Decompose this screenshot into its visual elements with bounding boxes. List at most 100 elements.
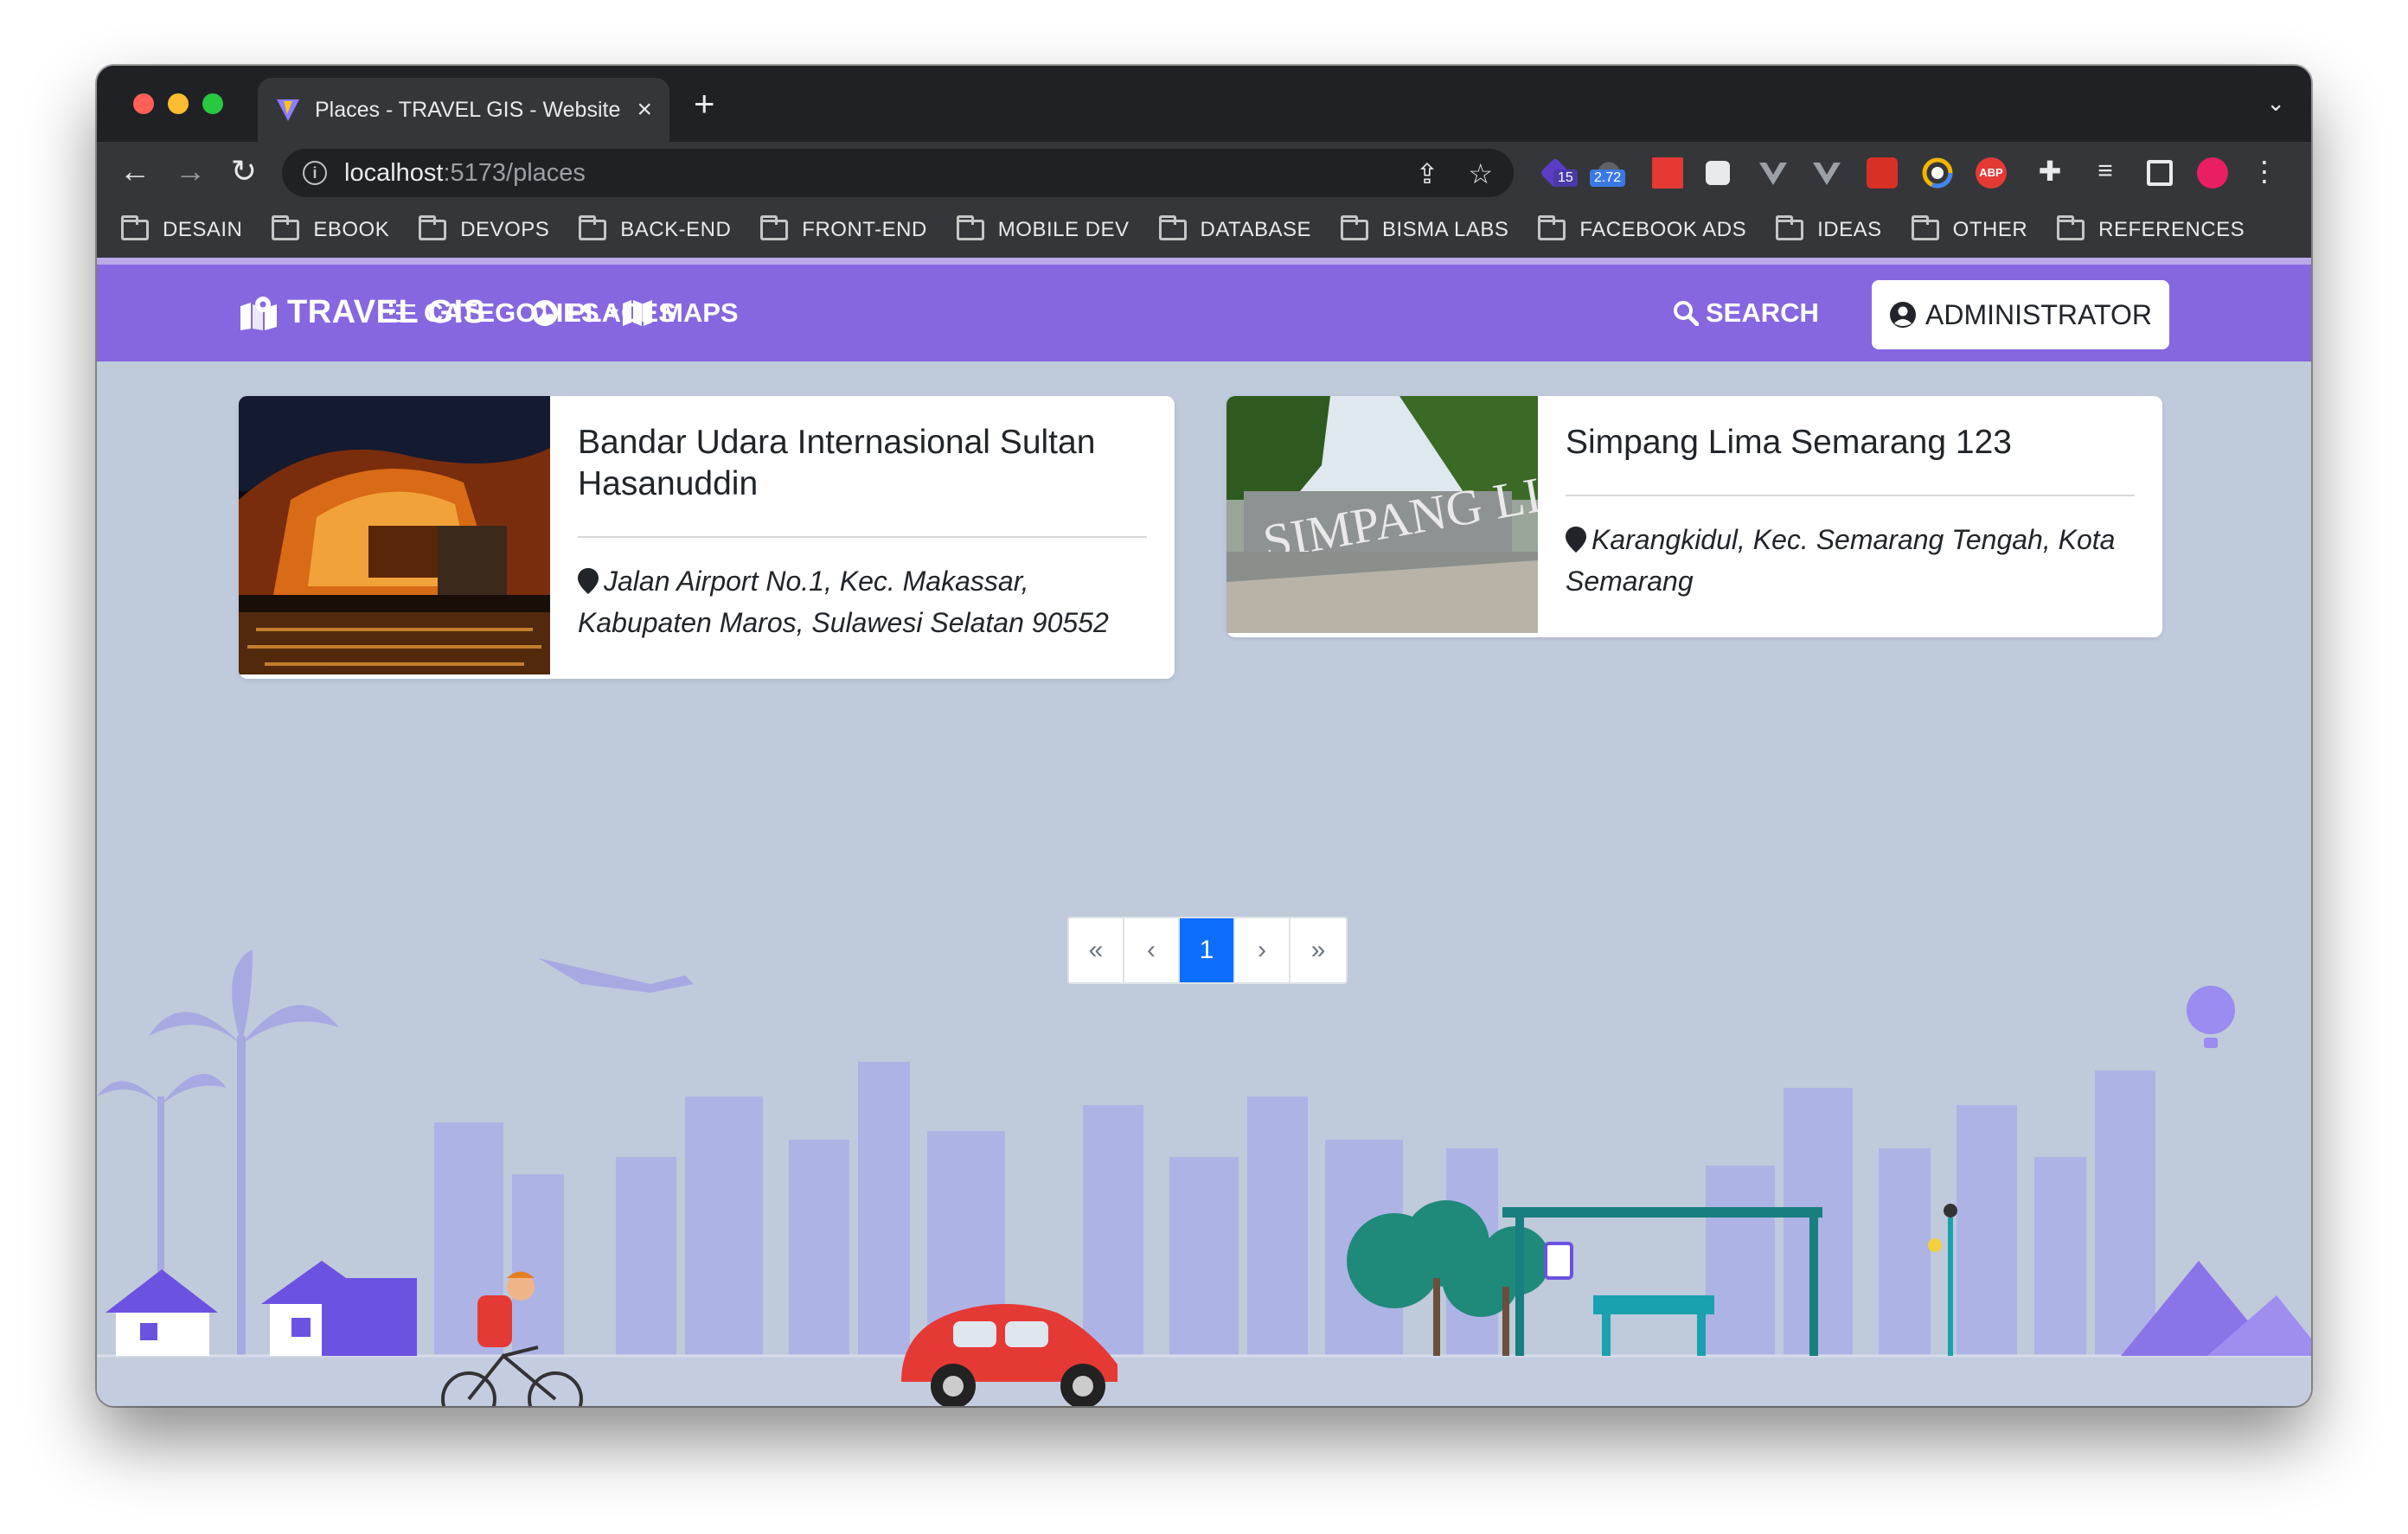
bookmark-devops[interactable]: DEVOPS bbox=[419, 215, 550, 242]
bookmark-label: FRONT-END bbox=[802, 218, 927, 241]
map-marker-icon bbox=[578, 568, 599, 594]
bookmark-bisma-labs[interactable]: BISMA LABS bbox=[1340, 215, 1509, 242]
bookmark-references[interactable]: REFERENCES bbox=[2057, 215, 2245, 242]
bookmark-back-end[interactable]: BACK-END bbox=[579, 215, 732, 242]
card-divider bbox=[1566, 495, 2135, 496]
page-top-border bbox=[97, 258, 2311, 265]
folder-icon bbox=[121, 215, 149, 240]
browser-toolbar: ← → ↻ i localhost:5173/places ⇪ ☆ 15 2.7… bbox=[97, 142, 2311, 202]
bookmark-label: OTHER bbox=[1952, 218, 2028, 241]
place-address: Jalan Airport No.1, Kec. Makassar, Kabup… bbox=[578, 560, 1147, 643]
browser-tab[interactable]: Places - TRAVEL GIS - Website × bbox=[258, 78, 669, 142]
tab-title: Places - TRAVEL GIS - Website bbox=[315, 97, 621, 122]
address-bar[interactable]: i localhost:5173/places ⇪ ☆ bbox=[282, 149, 1514, 197]
browser-window: Places - TRAVEL GIS - Website × + ⌄ ← → … bbox=[97, 66, 2311, 1406]
vue-devtools-icon[interactable] bbox=[1758, 157, 1789, 189]
extensions-puzzle-icon[interactable]: ✚ bbox=[2033, 154, 2067, 189]
folder-icon bbox=[956, 215, 984, 240]
place-card[interactable]: Bandar Udara Internasional Sultan Hasanu… bbox=[239, 396, 1175, 679]
vue-devtools-alt-icon[interactable] bbox=[1811, 157, 1842, 189]
map-marker-icon bbox=[1566, 527, 1586, 553]
share-icon[interactable]: ⇪ bbox=[1416, 157, 1439, 190]
back-arrow-icon[interactable]: ← bbox=[118, 154, 152, 189]
folder-icon bbox=[1158, 215, 1187, 240]
bookmark-ideas[interactable]: IDEAS bbox=[1776, 215, 1882, 242]
bookmark-label: DEVOPS bbox=[460, 218, 550, 241]
place-photo-simpang-lima: SIMPANG LIMA bbox=[1226, 396, 1538, 637]
folder-icon bbox=[1538, 215, 1566, 240]
list-icon bbox=[389, 304, 415, 323]
place-title[interactable]: Simpang Lima Semarang 123 bbox=[1566, 422, 2135, 463]
nav-search-link[interactable]: SEARCH bbox=[1673, 297, 1819, 329]
administrator-button[interactable]: ADMINISTRATOR bbox=[1872, 280, 2169, 349]
user-circle-icon bbox=[1890, 302, 1917, 328]
map-icon bbox=[623, 300, 652, 326]
profile-avatar[interactable] bbox=[2197, 157, 2228, 189]
minimize-window-button[interactable] bbox=[168, 93, 189, 114]
url-host: localhost bbox=[344, 158, 444, 187]
bookmark-label: IDEAS bbox=[1817, 218, 1882, 241]
extension-grid-icon[interactable] bbox=[1867, 157, 1898, 189]
folder-icon bbox=[579, 215, 607, 240]
new-tab-button[interactable]: + bbox=[694, 86, 715, 122]
tab-strip: Places - TRAVEL GIS - Website × + ⌄ bbox=[97, 66, 2311, 142]
place-title[interactable]: Bandar Udara Internasional Sultan Hasanu… bbox=[578, 422, 1147, 505]
bookmark-label: MOBILE DEV bbox=[997, 218, 1130, 241]
globe-icon bbox=[532, 300, 558, 326]
place-card[interactable]: SIMPANG LIMA Simpang Lima Semarang 123 K… bbox=[1226, 396, 2162, 637]
bookmark-label: REFERENCES bbox=[2098, 218, 2245, 241]
bookmark-database[interactable]: DATABASE bbox=[1158, 215, 1311, 242]
folder-icon bbox=[1340, 215, 1368, 240]
site-info-icon[interactable]: i bbox=[303, 161, 327, 185]
bookmark-label: EBOOK bbox=[313, 218, 390, 241]
nav-maps-link[interactable]: MAPS bbox=[623, 297, 739, 329]
close-window-button[interactable] bbox=[133, 93, 154, 114]
forward-arrow-icon[interactable]: → bbox=[173, 154, 208, 189]
card-divider bbox=[578, 536, 1147, 538]
url-path: :5173/places bbox=[443, 158, 586, 187]
page-content: TRAVEL GIS CATEGORIES ▼ PLACES MAPS SEAR… bbox=[97, 258, 2311, 1406]
bookmark-star-icon[interactable]: ☆ bbox=[1468, 157, 1493, 190]
bookmark-facebook-ads[interactable]: FACEBOOK ADS bbox=[1538, 215, 1747, 242]
city-illustration bbox=[97, 949, 2311, 1406]
folder-icon bbox=[1776, 215, 1804, 240]
bookmark-label: DATABASE bbox=[1200, 218, 1311, 241]
folder-icon bbox=[272, 215, 300, 240]
bookmark-front-end[interactable]: FRONT-END bbox=[760, 215, 927, 242]
side-panel-icon[interactable] bbox=[2147, 160, 2173, 186]
bookmark-label: DESAIN bbox=[163, 218, 243, 241]
extension-red-square-icon[interactable] bbox=[1652, 157, 1683, 189]
bookmark-label: FACEBOOK ADS bbox=[1579, 218, 1747, 241]
search-icon bbox=[1674, 301, 1699, 326]
tab-search-chevron-icon[interactable]: ⌄ bbox=[2266, 90, 2285, 117]
place-photo-airport bbox=[239, 396, 550, 679]
extension-badge-count: 15 bbox=[1553, 169, 1578, 187]
reload-icon[interactable]: ↻ bbox=[227, 154, 261, 189]
folder-icon bbox=[419, 215, 447, 240]
reading-list-icon[interactable]: ≡ bbox=[2088, 154, 2123, 189]
vite-favicon-icon bbox=[277, 99, 299, 121]
administrator-label: ADMINISTRATOR bbox=[1925, 298, 2152, 330]
bookmark-mobile-dev[interactable]: MOBILE DEV bbox=[956, 215, 1130, 242]
place-address-text: Karangkidul, Kec. Semarang Tengah, Kota … bbox=[1566, 524, 2116, 597]
bookmark-desain[interactable]: DESAIN bbox=[121, 215, 243, 242]
bookmark-label: BACK-END bbox=[620, 218, 732, 241]
bookmarks-bar: DESAIN EBOOK DEVOPS BACK-END FRONT-END M… bbox=[97, 202, 2311, 258]
folder-icon bbox=[2057, 215, 2085, 240]
color-picker-icon[interactable] bbox=[1922, 157, 1953, 189]
nav-search-label: SEARCH bbox=[1706, 297, 1819, 328]
site-navbar: TRAVEL GIS CATEGORIES ▼ PLACES MAPS SEAR… bbox=[97, 265, 2311, 361]
tab-close-icon[interactable]: × bbox=[637, 95, 652, 125]
bookmark-other[interactable]: OTHER bbox=[1911, 215, 2028, 242]
extension-info-icon[interactable] bbox=[1706, 161, 1730, 185]
nav-maps-label: MAPS bbox=[661, 297, 739, 328]
maximize-window-button[interactable] bbox=[202, 93, 223, 114]
bookmark-ebook[interactable]: EBOOK bbox=[272, 215, 390, 242]
browser-menu-icon[interactable]: ⋮ bbox=[2247, 154, 2282, 189]
folder-icon bbox=[760, 215, 789, 240]
place-address: Karangkidul, Kec. Semarang Tengah, Kota … bbox=[1566, 519, 2135, 602]
adblock-icon[interactable]: ABP bbox=[1976, 157, 2007, 189]
bookmark-label: BISMA LABS bbox=[1381, 218, 1509, 241]
place-address-text: Jalan Airport No.1, Kec. Makassar, Kabup… bbox=[578, 566, 1109, 638]
folder-icon bbox=[1911, 215, 1939, 240]
